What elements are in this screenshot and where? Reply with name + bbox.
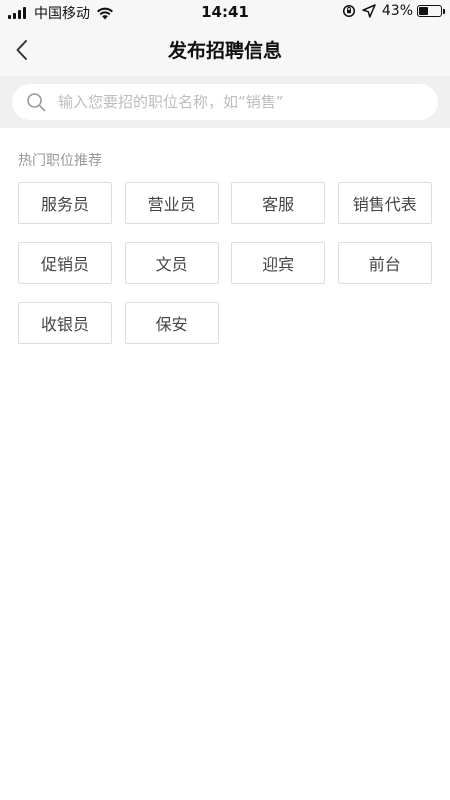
- battery-percent: 43%: [381, 3, 413, 19]
- hot-positions-grid: 服务员 营业员 客服 销售代表 促销员 文员 迎宾 前台 收银员 保安: [18, 182, 432, 344]
- position-tag[interactable]: 营业员: [124, 182, 219, 224]
- search-icon: [27, 93, 46, 112]
- position-tag[interactable]: 促销员: [18, 242, 112, 284]
- search-box[interactable]: [12, 84, 438, 120]
- position-tag[interactable]: 客服: [231, 182, 326, 224]
- position-tag[interactable]: 销售代表: [337, 182, 432, 224]
- battery-icon: [417, 5, 445, 17]
- page-title: 发布招聘信息: [167, 40, 282, 62]
- location-icon: [362, 4, 376, 18]
- nav-bar: 发布招聘信息: [0, 24, 450, 76]
- orientation-lock-icon: [342, 4, 355, 18]
- position-tag[interactable]: 服务员: [18, 182, 112, 224]
- hot-positions-title: 热门职位推荐: [18, 153, 102, 169]
- position-tag[interactable]: 收银员: [18, 302, 112, 344]
- battery-fill: [419, 7, 429, 15]
- position-tag[interactable]: 迎宾: [231, 242, 326, 284]
- position-tag[interactable]: 保安: [124, 302, 219, 344]
- search-area: [0, 76, 450, 128]
- status-right: 43%: [342, 3, 445, 19]
- position-tag[interactable]: 前台: [337, 242, 432, 284]
- status-bar: 中国移动 14:41 43%: [0, 0, 450, 24]
- position-tag[interactable]: 文员: [124, 242, 219, 284]
- search-input[interactable]: [58, 93, 418, 111]
